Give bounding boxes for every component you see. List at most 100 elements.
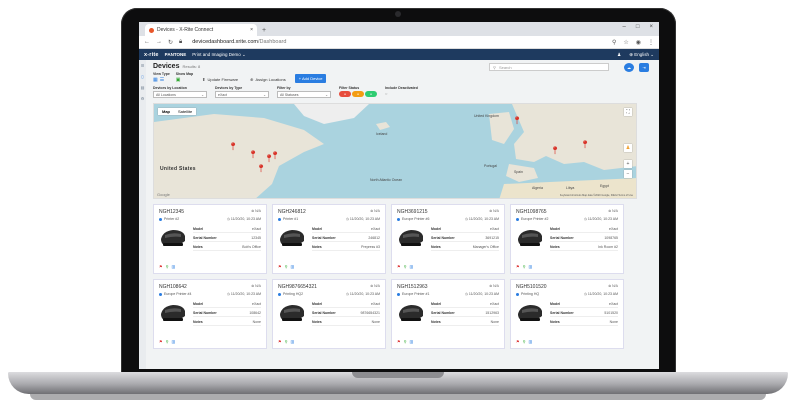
status-ok-pill[interactable]: ● [365, 91, 377, 97]
stats-icon[interactable]: ▥ [291, 264, 295, 269]
printer-name: Printer #2 [164, 217, 180, 221]
add-device-button[interactable]: + Add Device [294, 74, 327, 83]
device-card[interactable]: NGH12345 ⊗ N/A Printer #2 ◷ 11/20/20, 10… [153, 204, 267, 274]
deactivate-icon[interactable]: ⚑ [516, 264, 520, 269]
cloud-icon[interactable]: ☁ [624, 63, 634, 72]
nav-menu-icon[interactable]: ☰ [141, 63, 145, 68]
org-menu[interactable]: Print and Imaging Demo ⌄ [192, 52, 246, 58]
deactivate-icon[interactable]: ⚑ [159, 339, 163, 344]
stats-icon[interactable]: ▥ [172, 339, 176, 344]
map-pin-icon[interactable]: 📍︎ [270, 151, 280, 160]
include-deactivated[interactable]: Include Deactivated ○ [385, 86, 418, 98]
list-view-icon[interactable]: ☰ [160, 77, 164, 83]
type-select[interactable]: eXact ⌄ [215, 91, 269, 98]
update-firmware-button[interactable]: ⬆ Update Firmware [199, 76, 241, 83]
deactivate-icon[interactable]: ⚑ [397, 264, 401, 269]
stats-icon[interactable]: ▥ [529, 339, 533, 344]
deactivate-icon[interactable]: ⚑ [278, 339, 282, 344]
location-pin-icon[interactable]: ⚲ [285, 339, 288, 344]
device-name[interactable]: NGH246812 [278, 209, 306, 215]
device-card[interactable]: NGH1512963 ⊗ N/A Europe Printer #1 ◷ 11/… [391, 279, 505, 349]
back-icon[interactable]: ← [144, 39, 150, 45]
new-tab-button[interactable]: + [262, 27, 266, 34]
device-card[interactable]: NGH3691215 ⊗ N/A Europe Printer #6 ◷ 11/… [391, 204, 505, 274]
tab-satellite[interactable]: Satellite [174, 108, 196, 115]
assign-locations-button[interactable]: ⊕ Assign Locations [247, 76, 289, 83]
nav-devices-icon[interactable]: ▯ [141, 74, 143, 79]
location-pin-icon[interactable]: ⚲ [404, 264, 407, 269]
location-pin-icon[interactable]: ⚲ [166, 339, 169, 344]
card-details: Model eXact Serial Number 108642 Notes None [193, 302, 261, 326]
map-pin-icon[interactable]: 📍︎ [580, 140, 590, 149]
deactivate-icon[interactable]: ⚑ [159, 264, 163, 269]
location-pin-icon[interactable]: ⚲ [285, 264, 288, 269]
deactivate-icon[interactable]: ⚑ [397, 339, 401, 344]
forward-icon[interactable]: → [156, 39, 162, 45]
close-tab-icon[interactable]: × [250, 27, 253, 33]
device-name[interactable]: NGH1512963 [397, 284, 428, 290]
device-name[interactable]: NGH1098765 [516, 209, 547, 215]
deactivate-icon[interactable]: ⚑ [516, 339, 520, 344]
stats-icon[interactable]: ▥ [410, 339, 414, 344]
location-pin-icon[interactable]: ⚲ [523, 264, 526, 269]
tab-map[interactable]: Map [158, 108, 174, 115]
stats-icon[interactable]: ▥ [410, 264, 414, 269]
device-map[interactable]: Map Satellite ⛶ ♟ + − United States Icel… [153, 103, 637, 199]
language-select[interactable]: ⊕ English ⌄ [629, 52, 654, 58]
device-card[interactable]: NGH9876654321 ⊗ N/A Printing HQ2 ◷ 11/20… [272, 279, 386, 349]
map-pin-icon[interactable]: 📍︎ [248, 150, 258, 159]
location-select[interactable]: All Locations ⌄ [153, 91, 207, 98]
star-icon[interactable]: ☆ [623, 39, 628, 46]
device-card[interactable]: NGH5101520 ⊗ N/A Printing HQ ◷ 11/20/20,… [510, 279, 624, 349]
nav-settings-icon[interactable]: ⚙ [141, 96, 145, 101]
lock-icon: 🔒︎ [179, 38, 183, 45]
status-error-pill[interactable]: ● [339, 91, 351, 97]
device-card[interactable]: NGH108642 ⊗ N/A Europe Printer #4 ◷ 11/2… [153, 279, 267, 349]
profile-icon[interactable]: ◉ [636, 39, 641, 46]
location-pin-icon[interactable]: ⚲ [523, 339, 526, 344]
user-icon[interactable]: ♟ [617, 52, 621, 58]
map-pin-icon[interactable]: 📍︎ [550, 146, 560, 155]
nav-reports-icon[interactable]: ▤ [141, 85, 145, 90]
device-name[interactable]: NGH5101520 [516, 284, 547, 290]
stats-icon[interactable]: ▥ [172, 264, 176, 269]
fullscreen-icon[interactable]: ⛶ [624, 108, 632, 116]
serial-row: Serial Number 246812 [312, 236, 380, 242]
zoom-icon[interactable]: ⚲ [612, 39, 616, 46]
device-name[interactable]: NGH9876654321 [278, 284, 317, 290]
map-pin-icon[interactable]: 📍︎ [512, 116, 522, 125]
search-input[interactable]: ⚲ Search [489, 63, 609, 71]
deactivate-icon[interactable]: ⚑ [278, 264, 282, 269]
location-pin-icon[interactable]: ⚲ [404, 339, 407, 344]
stats-icon[interactable]: ▥ [291, 339, 295, 344]
maximize-button[interactable]: □ [636, 24, 640, 30]
device-name[interactable]: NGH108642 [159, 284, 187, 290]
device-card[interactable]: NGH1098765 ⊗ N/A Europe Printer #2 ◷ 11/… [510, 204, 624, 274]
minimize-button[interactable]: – [623, 24, 626, 30]
map-pin-icon[interactable]: 📍︎ [256, 164, 266, 173]
close-window-button[interactable]: × [649, 24, 653, 30]
include-toggle-icon[interactable]: ○ [385, 91, 418, 96]
show-map-toggle[interactable]: ▣ [176, 77, 193, 83]
pantone-logo: PANTONE [164, 52, 187, 57]
filter-by-select[interactable]: All Statuses ⌄ [277, 91, 331, 98]
menu-kebab-icon[interactable]: ⋮ [648, 39, 654, 46]
laptop-screen: Devices - X-Rite Connect × + – □ × ← → ↻… [139, 22, 659, 369]
export-icon[interactable]: ⇥ [639, 63, 649, 72]
street-view-icon[interactable]: ♟ [624, 144, 632, 152]
status-warning-pill[interactable]: ● [352, 91, 364, 97]
zoom-in-button[interactable]: + [624, 160, 632, 168]
reload-icon[interactable]: ↻ [168, 39, 173, 46]
grid-view-icon[interactable]: ▦ [153, 77, 158, 83]
notes-row: Notes Ink Room #2 [550, 245, 618, 251]
map-pin-icon[interactable]: 📍︎ [228, 142, 238, 151]
url-field[interactable]: devicedashboard.xrite.com/Dashboard [192, 39, 606, 45]
stats-icon[interactable]: ▥ [529, 264, 533, 269]
device-name[interactable]: NGH3691215 [397, 209, 428, 215]
device-card[interactable]: NGH246812 ⊗ N/A Printer #1 ◷ 11/20/20, 1… [272, 204, 386, 274]
browser-tab[interactable]: Devices - X-Rite Connect × [145, 24, 257, 36]
xrite-logo[interactable]: x-rite [144, 52, 159, 58]
location-pin-icon[interactable]: ⚲ [166, 264, 169, 269]
zoom-out-button[interactable]: − [624, 170, 632, 178]
device-name[interactable]: NGH12345 [159, 209, 184, 215]
